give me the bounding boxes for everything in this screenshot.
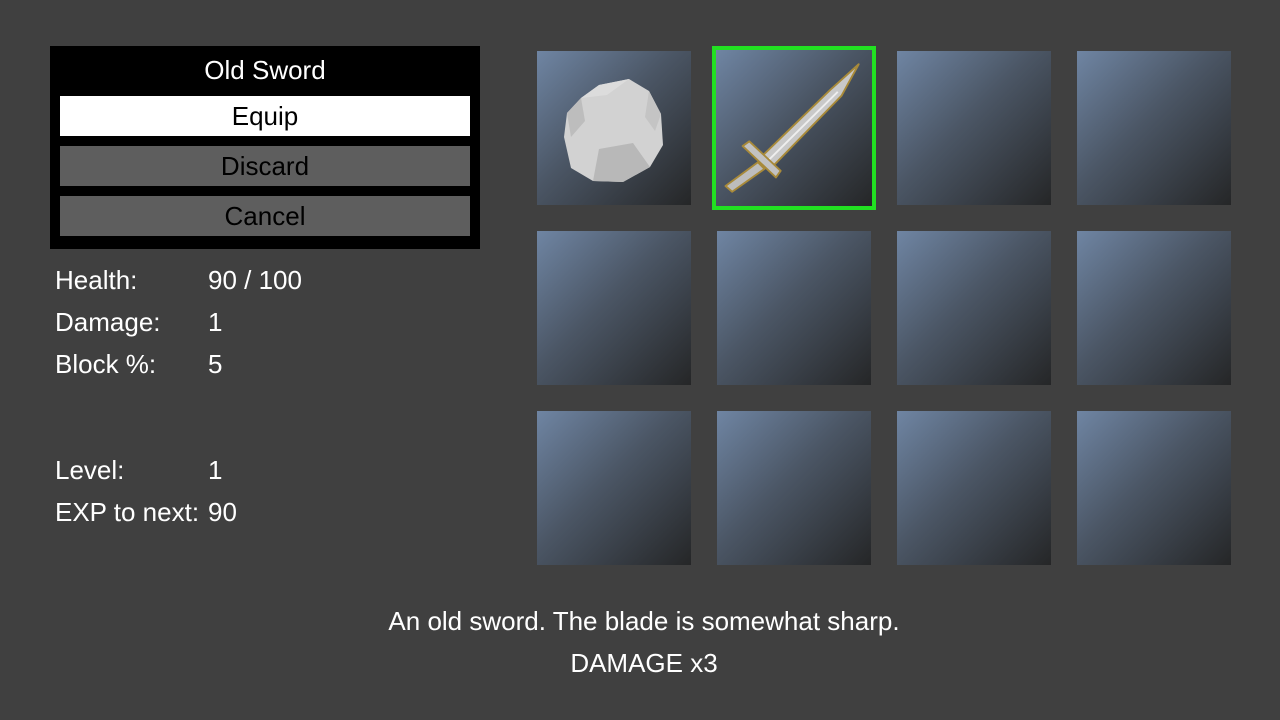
inventory-slot-8[interactable] xyxy=(1077,231,1231,385)
stat-damage-value: 1 xyxy=(208,307,223,337)
sword-icon xyxy=(724,63,860,193)
stat-exp-value: 90 xyxy=(208,497,237,527)
inventory-slot-11[interactable] xyxy=(897,411,1051,565)
stat-damage: Damage: 1 xyxy=(55,305,222,339)
inventory-slot-12[interactable] xyxy=(1077,411,1231,565)
stat-level-label: Level: xyxy=(55,455,125,485)
cancel-button[interactable]: Cancel xyxy=(60,196,470,236)
stat-block-value: 5 xyxy=(208,349,223,379)
stat-block-label: Block %: xyxy=(55,349,157,379)
discard-button[interactable]: Discard xyxy=(60,146,470,186)
item-action-menu: Old Sword Equip Discard Cancel xyxy=(50,46,480,249)
stat-health-label: Health: xyxy=(55,265,138,295)
inventory-slot-6[interactable] xyxy=(717,231,871,385)
inventory-slot-9[interactable] xyxy=(537,411,691,565)
item-name-title: Old Sword xyxy=(204,55,326,85)
stat-health: Health: 90 / 100 xyxy=(55,263,302,297)
inventory-slot-5[interactable] xyxy=(537,231,691,385)
inventory-slot-3[interactable] xyxy=(897,51,1051,205)
inventory-screen: Old Sword Equip Discard Cancel Health: 90… xyxy=(0,0,1280,720)
inventory-slot-2[interactable] xyxy=(712,46,876,210)
inventory-slot-1[interactable] xyxy=(537,51,691,205)
stat-block: Block %: 5 xyxy=(55,347,222,381)
item-description: An old sword. The blade is somewhat shar… xyxy=(388,606,900,636)
item-effect: DAMAGE x3 xyxy=(570,648,718,678)
inventory-slot-10[interactable] xyxy=(717,411,871,565)
equip-button[interactable]: Equip xyxy=(60,96,470,136)
stat-exp-label: EXP to next: xyxy=(55,497,200,527)
stat-damage-label: Damage: xyxy=(55,307,161,337)
inventory-slot-7[interactable] xyxy=(897,231,1051,385)
rock-icon xyxy=(564,79,663,182)
stat-level-value: 1 xyxy=(208,455,223,485)
inventory-slot-4[interactable] xyxy=(1077,51,1231,205)
stat-level: Level: 1 xyxy=(55,453,222,487)
stat-exp: EXP to next: 90 xyxy=(55,495,237,529)
stat-health-value: 90 / 100 xyxy=(208,265,302,295)
